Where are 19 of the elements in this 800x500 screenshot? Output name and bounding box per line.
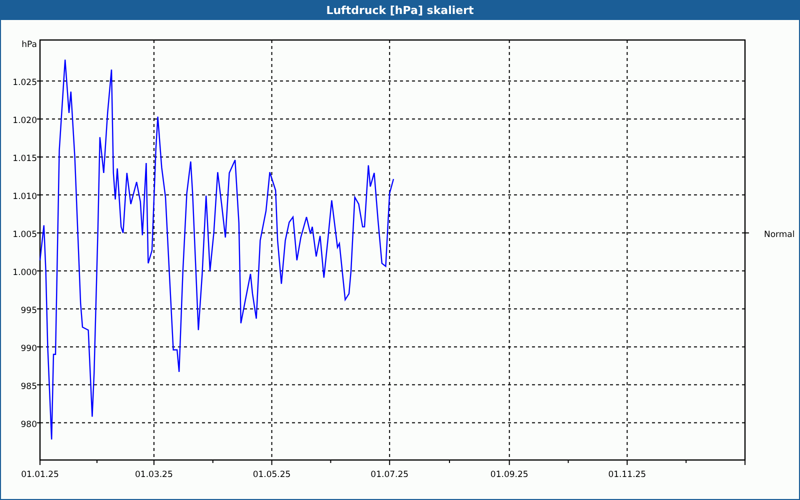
axis-label: 1.010 <box>12 192 37 202</box>
axis-label: 01.09.25 <box>490 470 528 480</box>
reference-label: Normal <box>764 230 795 240</box>
axis-label: 995 <box>20 306 37 316</box>
axis-label: 985 <box>20 382 37 392</box>
axis-label: 1.025 <box>12 78 37 88</box>
axis-label: 1.020 <box>12 116 37 126</box>
axis-label: 1.015 <box>12 154 37 164</box>
axis-label: 01.03.25 <box>135 470 173 480</box>
axis-label: 01.11.25 <box>608 470 646 480</box>
axis-label: 01.05.25 <box>252 470 291 480</box>
axis-label: 1.000 <box>12 268 37 278</box>
axis-label: 990 <box>20 344 37 354</box>
window-title: Luftdruck [hPa] skaliert <box>1 1 799 20</box>
axis-label: 01.01.25 <box>21 470 59 480</box>
axis-title: hPa <box>22 40 37 50</box>
axis-label: 01.07.25 <box>370 470 409 480</box>
axis-label: 1.005 <box>12 230 37 240</box>
axis-label: 980 <box>20 420 37 430</box>
